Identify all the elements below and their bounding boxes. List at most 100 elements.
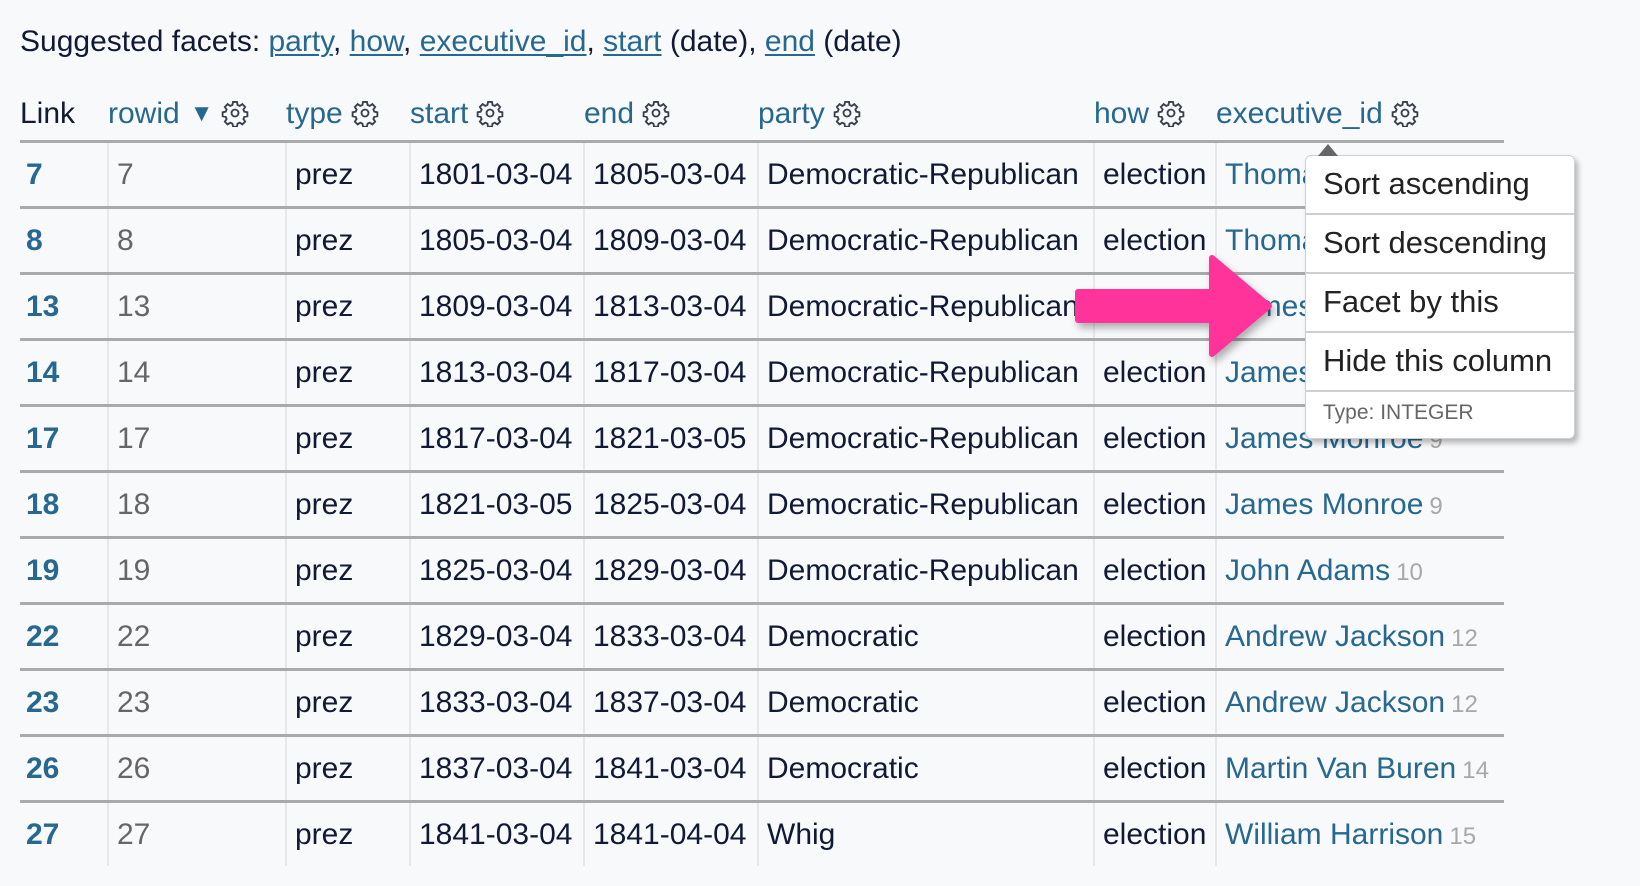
executive-id-value: 14 — [1462, 756, 1489, 784]
cell-party: Democratic — [757, 603, 1094, 671]
executive-link[interactable]: William Harrison — [1225, 818, 1443, 851]
gear-icon[interactable] — [1391, 99, 1419, 127]
row-link[interactable]: 14 — [26, 356, 59, 389]
cell-end: 1821-03-05 — [583, 405, 758, 473]
gear-icon[interactable] — [1157, 99, 1185, 127]
column-header-type-link[interactable]: type — [286, 97, 343, 130]
table-row: 26 26 prez 1837-03-04 1841-03-04 Democratic el… — [20, 735, 1504, 803]
cell-type: prez — [285, 339, 410, 407]
cell-link: 22 — [20, 603, 108, 671]
cell-type: prez — [285, 603, 410, 671]
cell-how: election — [1093, 471, 1216, 539]
cell-rowid: 17 — [107, 405, 286, 473]
table-row: 17 17 prez 1817-03-04 1821-03-05 Democratic-R… — [20, 405, 1504, 473]
cell-link: 26 — [20, 735, 108, 803]
facet-suffix-end: (date) — [814, 25, 902, 58]
row-link[interactable]: 27 — [26, 818, 59, 851]
gear-icon[interactable] — [833, 99, 861, 127]
executive-id-value: 10 — [1396, 558, 1423, 586]
cell-start: 1817-03-04 — [409, 405, 584, 473]
cell-link: 23 — [20, 669, 108, 737]
cell-start: 1805-03-04 — [409, 207, 584, 275]
facet-link-start[interactable]: start — [603, 25, 661, 58]
cell-end: 1837-03-04 — [583, 669, 758, 737]
gear-icon[interactable] — [351, 99, 379, 127]
cell-type: prez — [285, 273, 410, 341]
cell-rowid: 14 — [107, 339, 286, 407]
row-link[interactable]: 19 — [26, 554, 59, 587]
facet-link-end[interactable]: end — [765, 25, 815, 58]
menu-item-sort-ascending[interactable]: Sort ascending — [1306, 156, 1574, 215]
cell-rowid: 23 — [107, 669, 286, 737]
cell-type: prez — [285, 471, 410, 539]
cell-link: 27 — [20, 802, 108, 867]
cell-how: election — [1093, 537, 1216, 605]
column-header-party: party — [758, 88, 1094, 143]
table-body: 7 7 prez 1801-03-04 1805-03-04 Democratic-Rep… — [20, 141, 1504, 867]
row-link[interactable]: 22 — [26, 620, 59, 653]
cell-rowid: 19 — [107, 537, 286, 605]
executive-id-value: 12 — [1451, 690, 1478, 718]
executive-link[interactable]: Andrew Jackson — [1225, 620, 1445, 653]
cell-link: 8 — [20, 207, 108, 275]
cell-party: Democratic-Republican — [757, 141, 1094, 209]
column-header-rowid-link[interactable]: rowid — [108, 97, 180, 130]
column-header-type: type — [286, 88, 410, 143]
row-link[interactable]: 23 — [26, 686, 59, 719]
cell-executive-id: Andrew Jackson 12 — [1215, 669, 1504, 737]
column-header-start-link[interactable]: start — [410, 97, 468, 130]
column-type-label: Type: INTEGER — [1323, 401, 1474, 424]
row-link[interactable]: 7 — [26, 158, 43, 191]
column-header-start: start — [410, 88, 584, 143]
cell-how: election — [1093, 735, 1216, 803]
facet-link-how[interactable]: how — [350, 25, 403, 58]
row-link[interactable]: 17 — [26, 422, 59, 455]
cell-type: prez — [285, 669, 410, 737]
cell-how: election — [1093, 141, 1216, 209]
row-link[interactable]: 26 — [26, 752, 59, 785]
column-header-end-link[interactable]: end — [584, 97, 634, 130]
cell-end: 1817-03-04 — [583, 339, 758, 407]
table-row: 7 7 prez 1801-03-04 1805-03-04 Democratic-Rep… — [20, 141, 1504, 209]
column-header-executive-id: executive_id — [1216, 88, 1504, 143]
rows-table: Link rowid ▼ type start end party how ex… — [20, 88, 1504, 866]
executive-link[interactable]: John Adams — [1225, 554, 1390, 587]
datasette-table-page: Suggested facets: party, how, executive_… — [0, 0, 1640, 886]
column-header-link: Link — [20, 88, 108, 143]
cell-end: 1829-03-04 — [583, 537, 758, 605]
executive-link[interactable]: Martin Van Buren — [1225, 752, 1456, 785]
cell-executive-id: William Harrison 15 — [1215, 801, 1504, 866]
menu-item-facet-by-this[interactable]: Facet by this — [1306, 274, 1574, 333]
cell-party: Democratic-Republican — [757, 471, 1094, 539]
cell-type: prez — [285, 801, 410, 866]
suggested-facets-label: Suggested facets: — [20, 25, 269, 58]
executive-link[interactable]: Andrew Jackson — [1225, 686, 1445, 719]
table-row: 27 27 prez 1841-03-04 1841-04-04 Whig election… — [20, 801, 1504, 867]
cell-type: prez — [285, 207, 410, 275]
menu-item-hide-column[interactable]: Hide this column — [1306, 333, 1574, 392]
cell-link: 14 — [20, 339, 108, 407]
cell-type: prez — [285, 735, 410, 803]
row-link[interactable]: 18 — [26, 488, 59, 521]
facet-link-party[interactable]: party — [269, 25, 333, 58]
cell-start: 1837-03-04 — [409, 735, 584, 803]
column-header-how-link[interactable]: how — [1094, 97, 1149, 130]
column-header-executive-id-link[interactable]: executive_id — [1216, 97, 1383, 130]
row-link[interactable]: 8 — [26, 224, 43, 257]
cell-end: 1825-03-04 — [583, 471, 758, 539]
cell-start: 1821-03-05 — [409, 471, 584, 539]
cell-rowid: 22 — [107, 603, 286, 671]
gear-icon[interactable] — [642, 99, 670, 127]
menu-item-sort-descending[interactable]: Sort descending — [1306, 215, 1574, 274]
gear-icon[interactable] — [476, 99, 504, 127]
cell-party: Whig — [757, 801, 1094, 866]
menu-pointer — [1318, 144, 1338, 156]
sort-descending-icon: ▼ — [189, 100, 214, 127]
executive-link[interactable]: James Monroe — [1225, 488, 1423, 521]
column-header-party-link[interactable]: party — [758, 97, 825, 130]
facet-link-executive-id[interactable]: executive_id — [420, 25, 587, 58]
gear-icon[interactable] — [221, 99, 249, 127]
cell-executive-id: John Adams 10 — [1215, 537, 1504, 605]
cell-party: Democratic-Republican — [757, 537, 1094, 605]
row-link[interactable]: 13 — [26, 290, 59, 323]
